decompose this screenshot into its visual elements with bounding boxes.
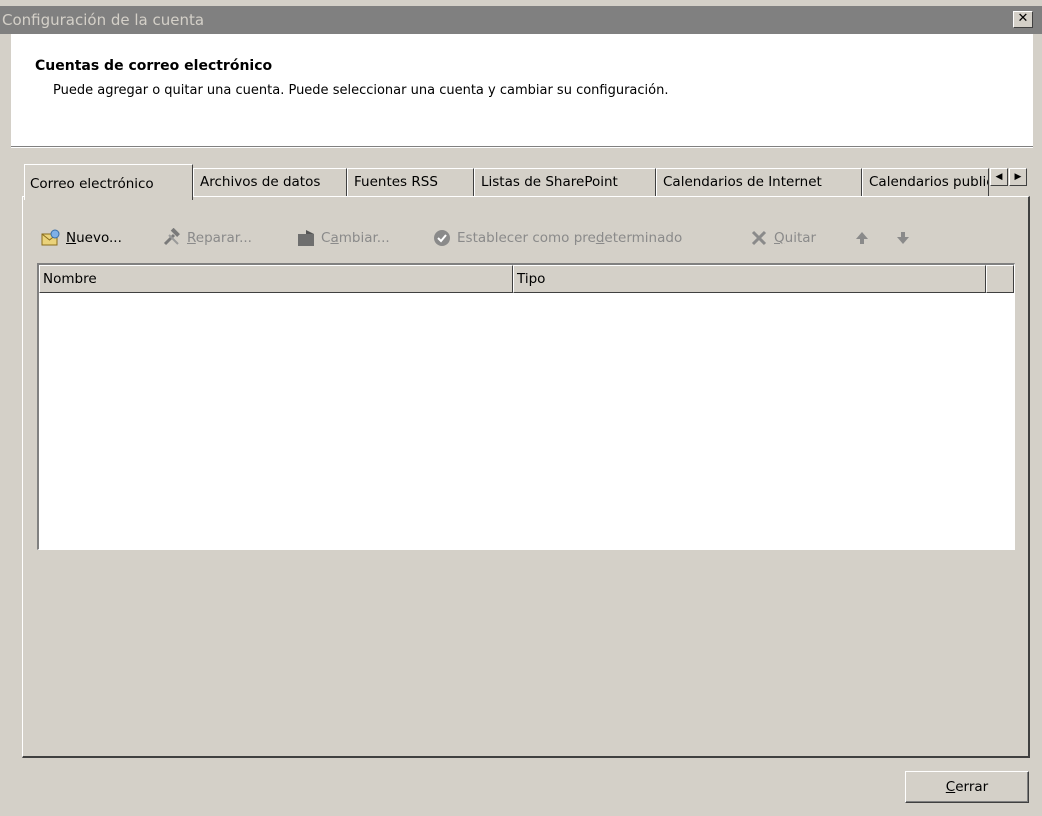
repair-label: Reparar... [187,230,252,246]
accounts-list[interactable]: Nombre Tipo [37,263,1015,550]
triangle-right-icon: ▶ [1014,172,1022,182]
column-header-nombre[interactable]: Nombre [39,265,513,293]
title-bar: Configuración de la cuenta ✕ [0,6,1042,34]
dialog-header: Cuentas de correo electrónico Puede agre… [11,34,1033,146]
cerrar-label: Cerrar [945,779,989,795]
new-account-label: Nuevo... [66,230,122,246]
cerrar-button[interactable]: Cerrar [905,771,1029,803]
close-window-button[interactable]: ✕ [1013,11,1033,28]
header-divider-highlight [11,147,1033,148]
window-title: Configuración de la cuenta [2,11,205,29]
close-icon: ✕ [1017,11,1029,26]
checkmark-circle-icon [432,228,452,248]
tab-label: Correo electrónico [30,176,154,192]
column-header-tipo[interactable]: Tipo [513,265,986,293]
triangle-left-icon: ◀ [995,172,1003,182]
tab-archivos-de-datos[interactable]: Archivos de datos [193,168,347,196]
tab-fuentes-rss[interactable]: Fuentes RSS [347,168,474,196]
tab-label: Calendarios publicados [869,174,988,190]
tab-label: Listas de SharePoint [481,174,618,190]
remove-button[interactable]: Quitar [749,227,816,249]
tab-scroll-left-button[interactable]: ◀ [990,168,1008,186]
new-mail-icon [41,228,61,248]
tab-calendarios-publicados[interactable]: Calendarios publicados [862,168,989,196]
column-header-label: Nombre [43,271,97,287]
arrow-down-icon [893,228,913,248]
column-header-filler [986,265,1014,293]
header-subtitle: Puede agregar o quitar una cuenta. Puede… [53,83,669,98]
set-default-button[interactable]: Establecer como predeterminado [432,227,682,249]
column-header-label: Tipo [517,271,546,287]
wrench-hammer-icon [162,228,182,248]
move-up-button[interactable] [852,227,872,249]
set-default-label: Establecer como predeterminado [457,230,683,246]
tab-label: Fuentes RSS [354,174,438,190]
tab-label: Calendarios de Internet [663,174,822,190]
arrow-up-icon [852,228,872,248]
change-label: Cambiar... [321,230,390,246]
change-account-icon [296,228,316,248]
tab-calendarios-internet[interactable]: Calendarios de Internet [656,168,862,196]
tab-scroll-right-button[interactable]: ▶ [1009,168,1027,186]
repair-button[interactable]: Reparar... [162,227,252,249]
tab-label: Archivos de datos [200,174,321,190]
header-title: Cuentas de correo electrónico [35,58,273,74]
tab-listas-sharepoint[interactable]: Listas de SharePoint [474,168,656,196]
tab-correo-electronico[interactable]: Correo electrónico [24,164,193,200]
x-remove-icon [749,228,769,248]
move-down-button[interactable] [893,227,913,249]
change-button[interactable]: Cambiar... [296,227,390,249]
remove-label: Quitar [774,230,817,246]
new-account-button[interactable]: Nuevo... [41,227,122,249]
